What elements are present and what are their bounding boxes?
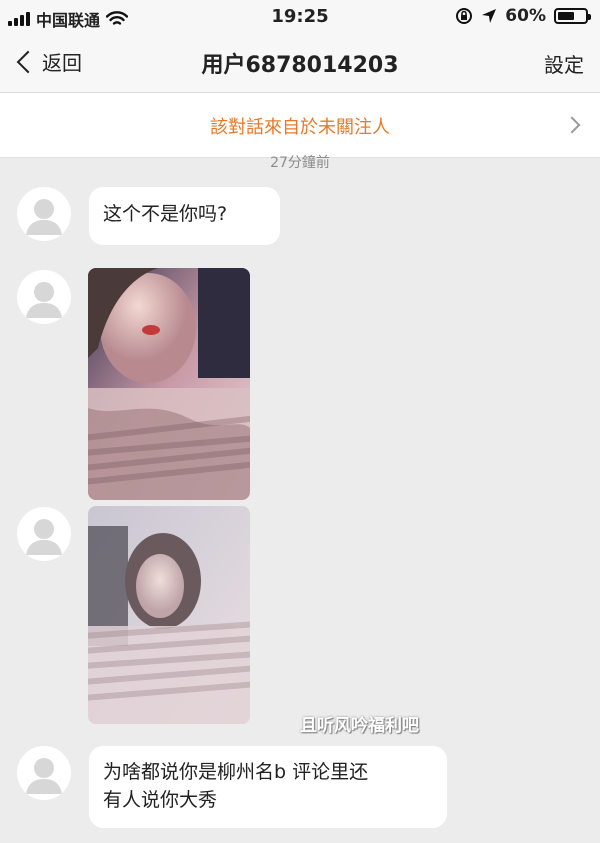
- photo-image: [88, 268, 250, 500]
- page-title: 用户6878014203: [201, 53, 399, 78]
- avatar[interactable]: [17, 187, 71, 241]
- location-arrow-icon: [482, 9, 497, 23]
- default-avatar-icon: [26, 758, 62, 794]
- message-text-line: 为啥都说你是柳州名b 评论里还: [103, 761, 369, 783]
- default-avatar-icon: [26, 282, 62, 318]
- message-photo[interactable]: [88, 268, 250, 500]
- watermark: 且听风吟福利吧: [300, 716, 419, 736]
- status-right: 60%: [455, 6, 591, 26]
- settings-button[interactable]: 設定: [544, 49, 584, 78]
- status-bar: 中国联通 19:25 60%: [0, 0, 600, 34]
- notice-text: 該對話來自於未關注人: [210, 117, 390, 138]
- message-bubble[interactable]: 这个不是你吗?: [89, 187, 280, 245]
- message-bubble[interactable]: 为啥都说你是柳州名b 评论里还 有人说你大秀: [89, 746, 447, 828]
- battery-icon: [554, 8, 591, 24]
- avatar[interactable]: [17, 746, 71, 800]
- message-text: 这个不是你吗?: [103, 203, 228, 225]
- message-photo[interactable]: [88, 506, 250, 724]
- avatar[interactable]: [17, 270, 71, 324]
- avatar[interactable]: [17, 507, 71, 561]
- message-text-line: 有人说你大秀: [103, 789, 218, 811]
- orientation-lock-icon: [456, 8, 473, 24]
- chat-screen: 中国联通 19:25 60% 返回 用户6878014203 設定 該對話來自於…: [0, 0, 600, 843]
- battery-percent: 60%: [505, 6, 546, 26]
- default-avatar-icon: [26, 199, 62, 235]
- stranger-notice[interactable]: 該對話來自於未關注人: [0, 93, 600, 158]
- nav-bar: 返回 用户6878014203 設定: [0, 34, 600, 93]
- battery-fill: [558, 12, 574, 20]
- photo-image: [88, 506, 250, 724]
- message-timestamp: 27分鐘前: [270, 155, 330, 171]
- default-avatar-icon: [26, 519, 62, 555]
